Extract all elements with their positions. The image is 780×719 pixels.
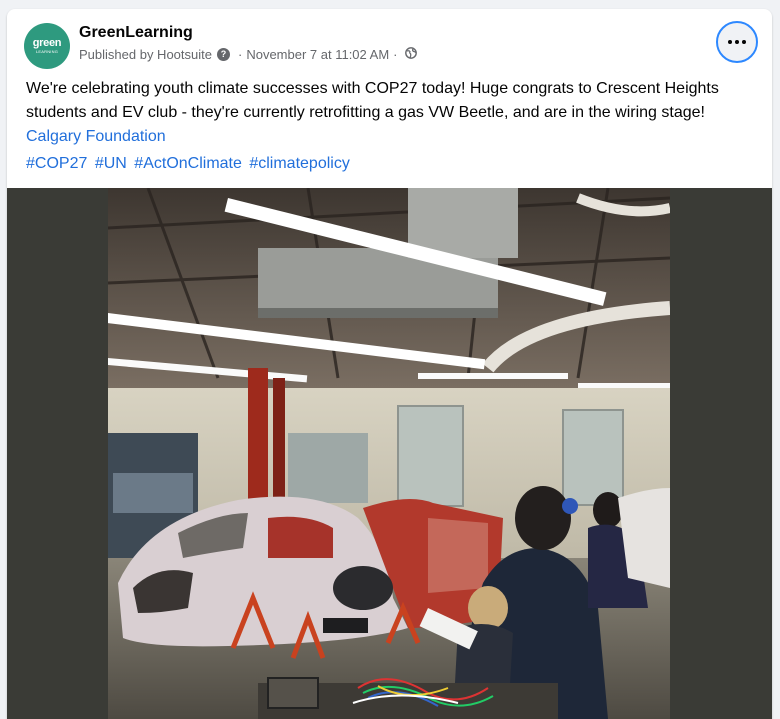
workshop-photo-image — [108, 188, 670, 719]
post-header: green LEARNING GreenLearning Published b… — [7, 9, 772, 69]
post-body: We're celebrating youth climate successe… — [26, 77, 761, 149]
hashtag-un[interactable]: #UN — [95, 155, 127, 172]
globe-icon[interactable] — [404, 47, 417, 62]
meta-separator: · — [237, 47, 243, 62]
published-by-text: Published by Hootsuite — [79, 47, 212, 62]
page-name[interactable]: GreenLearning — [79, 24, 193, 42]
post-photo[interactable] — [108, 188, 670, 719]
avatar-logo: green LEARNING — [32, 37, 62, 54]
hashtag-cop27[interactable]: #COP27 — [26, 155, 87, 172]
page-avatar[interactable]: green LEARNING — [24, 23, 70, 69]
post-meta: Published by Hootsuite ? · November 7 at… — [79, 47, 417, 62]
hashtag-actonclimate[interactable]: #ActOnClimate — [134, 155, 242, 172]
more-options-button[interactable] — [716, 21, 758, 63]
hashtag-climatepolicy[interactable]: #climatepolicy — [249, 155, 349, 172]
more-horizontal-icon — [728, 40, 746, 44]
photo-container[interactable] — [7, 188, 772, 719]
hashtag-row: #COP27 #UN #ActOnClimate #climatepolicy — [26, 152, 353, 176]
post-timestamp[interactable]: November 7 at 11:02 AM — [246, 47, 389, 62]
help-icon[interactable]: ? — [216, 48, 230, 61]
meta-separator-2: · — [393, 47, 398, 62]
avatar-logo-subtext: LEARNING — [35, 49, 59, 54]
post-card: green LEARNING GreenLearning Published b… — [7, 9, 772, 719]
avatar-logo-text: green — [32, 37, 62, 49]
calgary-foundation-link[interactable]: Calgary Foundation — [26, 128, 166, 145]
post-body-text: We're celebrating youth climate successe… — [26, 80, 719, 121]
